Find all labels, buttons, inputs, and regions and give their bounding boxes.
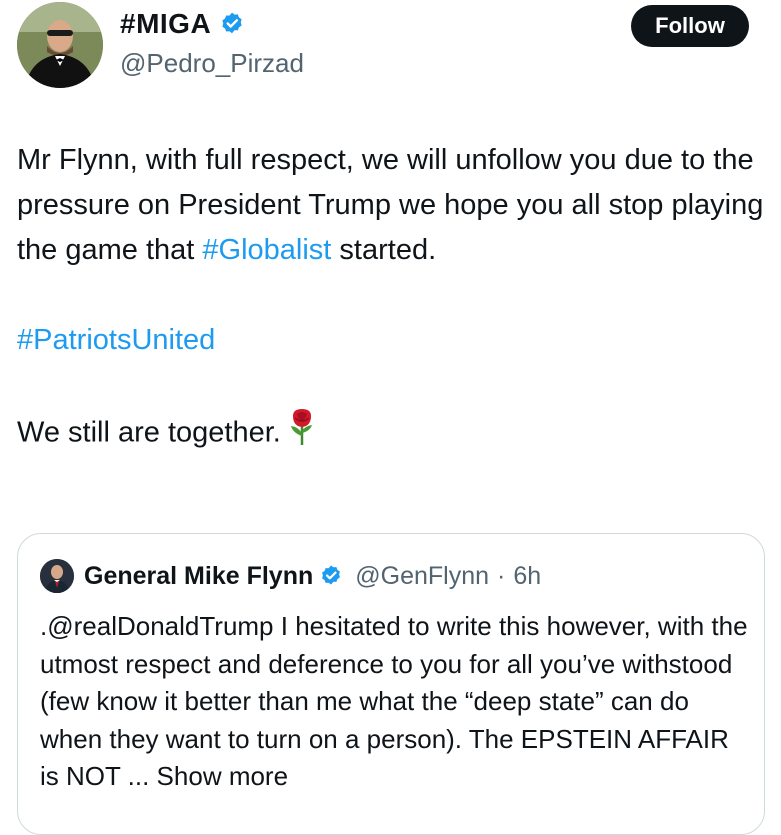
tweet-body: Mr Flynn, with full respect, we will unf… <box>17 138 767 460</box>
quoted-header-separator: · <box>497 561 506 590</box>
follow-button[interactable]: Follow <box>631 5 749 47</box>
quoted-author-avatar[interactable] <box>40 559 74 593</box>
quoted-verified-badge-icon[interactable] <box>319 564 343 588</box>
rose-icon <box>287 408 317 460</box>
tweet-closing-text: We still are together. <box>17 416 281 449</box>
quoted-author-display-name[interactable]: General Mike Flynn <box>84 562 313 591</box>
tweet-paragraph-3: We still are together. <box>17 408 767 460</box>
author-avatar[interactable] <box>17 2 103 88</box>
quoted-tweet-header: General Mike Flynn @GenFlynn · 6h <box>40 559 541 593</box>
hashtag-patriotsunited-link[interactable]: #PatriotsUnited <box>17 324 215 356</box>
tweet-paragraph-2: #PatriotsUnited <box>17 318 767 363</box>
show-more-link[interactable]: ... Show more <box>128 761 288 791</box>
author-avatar-image <box>17 2 103 88</box>
hashtag-globalist-link[interactable]: #Globalist <box>202 234 331 266</box>
quoted-tweet-body: .@realDonaldTrump I hesitated to write t… <box>40 608 750 796</box>
author-name-row: #MIGA <box>120 8 245 40</box>
tweet-paragraph-1: Mr Flynn, with full respect, we will unf… <box>17 138 767 273</box>
verified-badge-icon[interactable] <box>219 11 245 37</box>
author-handle[interactable]: @Pedro_Pirzad <box>120 48 304 79</box>
quoted-author-handle[interactable]: @GenFlynn <box>355 562 489 591</box>
author-display-name[interactable]: #MIGA <box>120 8 211 40</box>
tweet-text-end: started. <box>331 234 437 266</box>
quoted-timestamp[interactable]: 6h <box>513 562 541 591</box>
quoted-tweet-card[interactable]: General Mike Flynn @GenFlynn · 6h .@real… <box>17 533 765 835</box>
